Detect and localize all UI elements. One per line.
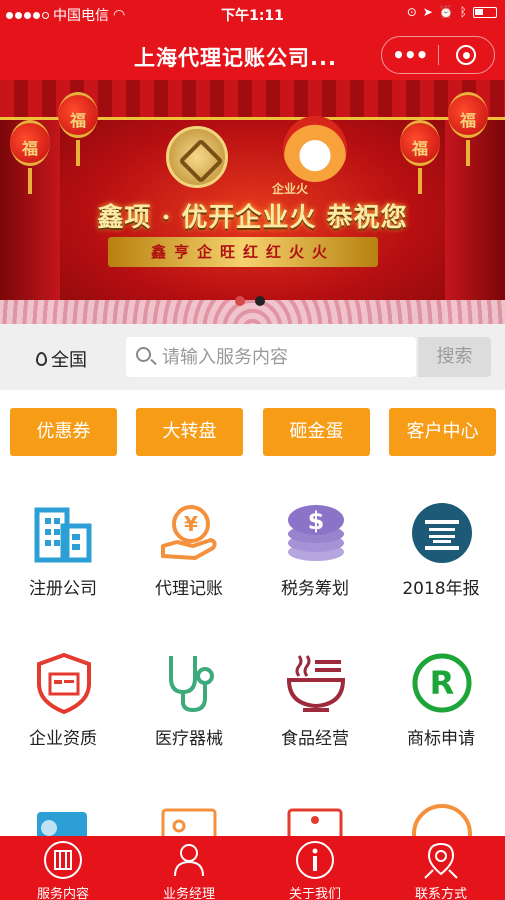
- tab-account-manager[interactable]: 业务经理: [126, 836, 252, 900]
- service-enterprise-qualification[interactable]: 企业资质: [0, 652, 126, 782]
- lantern-icon: 福: [58, 92, 98, 138]
- service-label: 医疗器械: [155, 729, 223, 749]
- service-label: 企业资质: [29, 729, 97, 749]
- banner-carousel[interactable]: 福 福 福 福 企业火 鑫项 · 优开企业火 恭祝您 鑫亨企旺红红火火: [0, 80, 505, 324]
- search-section: 全国 搜索: [0, 324, 505, 390]
- tab-label: 联系方式: [414, 887, 467, 900]
- region-label: 全国: [51, 350, 87, 371]
- svg-text:R: R: [430, 664, 455, 702]
- service-register-company[interactable]: 注册公司: [0, 502, 126, 632]
- target-icon: [456, 45, 477, 65]
- lucky-wheel-button[interactable]: 大转盘: [136, 408, 243, 456]
- bottom-tab-bar: 服务内容 业务经理 关于我们 联系方式: [0, 836, 505, 900]
- carousel-indicator: [235, 296, 265, 306]
- brand-name: 企业火: [272, 182, 309, 196]
- tab-label: 服务内容: [36, 887, 89, 900]
- carousel-dot-active[interactable]: [255, 296, 265, 306]
- service-tax-planning[interactable]: $ 税务筹划: [252, 502, 378, 632]
- more-menu-button[interactable]: •••: [382, 43, 438, 67]
- shield-card-icon: [37, 652, 91, 714]
- service-label: 注册公司: [29, 579, 97, 599]
- battery-icon: [473, 6, 497, 18]
- lantern-icon: 福: [10, 120, 50, 166]
- food-bowl-icon: [286, 655, 346, 712]
- info-icon: [296, 841, 334, 879]
- lantern-tassel: [466, 140, 470, 166]
- banner-headline: 鑫项 · 优开企业火 恭祝您: [97, 203, 408, 233]
- service-medical-devices[interactable]: 医疗器械: [126, 652, 252, 782]
- id-card-icon: [161, 808, 217, 836]
- yen-hand-icon: ¥: [161, 505, 217, 560]
- rotation-lock-icon: ⊙: [406, 5, 417, 19]
- tab-label: 业务经理: [162, 887, 215, 900]
- lantern-tassel: [418, 168, 422, 194]
- search-button[interactable]: 搜索: [418, 337, 491, 377]
- folder-icon: [37, 812, 87, 836]
- building-icon: [34, 507, 92, 563]
- svg-text:¥: ¥: [184, 512, 198, 536]
- annual-report-icon: [412, 503, 472, 563]
- brand-flame-logo: [283, 116, 347, 182]
- tab-label: 关于我们: [288, 887, 341, 900]
- alarm-icon: ⏰: [438, 5, 454, 19]
- certificate-icon: [287, 808, 343, 836]
- lantern-tassel: [28, 168, 32, 194]
- license-stamp-icon: [412, 804, 472, 836]
- service-label: 商标申请: [407, 729, 475, 749]
- tab-about-us[interactable]: 关于我们: [252, 836, 378, 900]
- tab-services[interactable]: 服务内容: [0, 836, 126, 900]
- status-icons: ⊙ ➤ ⏰ ᛒ: [407, 5, 497, 19]
- registered-mark-icon: R: [412, 653, 472, 713]
- service-icon: [44, 841, 82, 879]
- service-bookkeeping[interactable]: ¥ 代理记账: [126, 502, 252, 632]
- service-annual-report[interactable]: 2018年报: [378, 502, 504, 632]
- title-bar: 中国电信 ◠ 下午1:11 ⊙ ➤ ⏰ ᛒ 上海代理记账公司... •••: [0, 0, 505, 80]
- company-logo: [166, 126, 228, 188]
- service-label: 2018年报: [402, 579, 480, 599]
- golden-egg-button[interactable]: 砸金蛋: [263, 408, 370, 456]
- search-input[interactable]: [162, 343, 402, 371]
- lantern-icon: 福: [448, 92, 488, 138]
- location-pin-icon: [36, 352, 47, 366]
- close-miniprogram-button[interactable]: [438, 45, 494, 65]
- service-label: 代理记账: [155, 579, 223, 599]
- service-trademark[interactable]: R 商标申请: [378, 652, 504, 782]
- lantern-icon: 福: [400, 120, 440, 166]
- coupon-button[interactable]: 优惠券: [10, 408, 117, 456]
- customer-center-button[interactable]: 客户中心: [389, 408, 496, 456]
- search-icon: [136, 347, 151, 362]
- manager-icon: [174, 844, 204, 877]
- banner-ribbon: 鑫亨企旺红红火火: [108, 237, 378, 267]
- bluetooth-icon: ᛒ: [459, 5, 467, 19]
- location-arrow-icon: ➤: [422, 5, 433, 19]
- status-bar: 中国电信 ◠ 下午1:11 ⊙ ➤ ⏰ ᛒ: [0, 0, 505, 28]
- page-title: 上海代理记账公司...: [134, 46, 337, 70]
- location-icon: [424, 842, 458, 879]
- tab-contact[interactable]: 联系方式: [378, 836, 504, 900]
- lantern-tassel: [76, 140, 80, 166]
- service-label: 税务筹划: [281, 579, 349, 599]
- miniprogram-capsule: •••: [381, 36, 495, 74]
- svg-text:$: $: [308, 507, 325, 535]
- service-label: 食品经营: [281, 729, 349, 749]
- screen: 中国电信 ◠ 下午1:11 ⊙ ➤ ⏰ ᛒ 上海代理记账公司... ••• 福: [0, 0, 505, 900]
- coin-stack-icon: $: [288, 505, 344, 561]
- search-box: [126, 337, 416, 377]
- stethoscope-icon: [169, 656, 214, 713]
- carousel-dot[interactable]: [235, 296, 245, 306]
- service-food-business[interactable]: 食品经营: [252, 652, 378, 782]
- region-selector[interactable]: 全国: [36, 346, 87, 372]
- quick-actions: 优惠券 大转盘 砸金蛋 客户中心: [0, 408, 505, 456]
